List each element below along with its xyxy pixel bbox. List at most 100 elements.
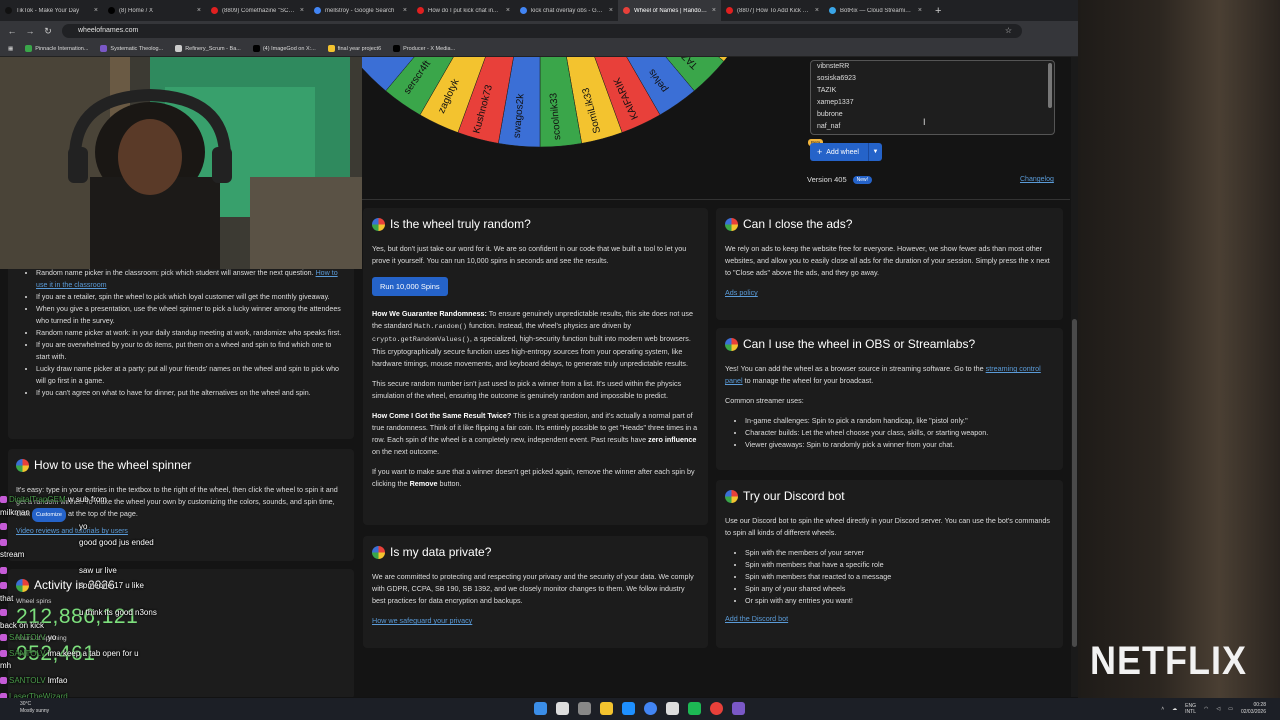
chat-text: stream xyxy=(0,550,25,559)
chat-username: SANTOLV xyxy=(9,633,46,642)
entries-scrollbar[interactable] xyxy=(1048,63,1052,108)
tab-close-icon[interactable]: × xyxy=(197,7,201,14)
browser-tab[interactable]: How do I put kick chat in... × xyxy=(412,0,515,21)
discord-icon[interactable] xyxy=(732,702,745,715)
randomness-same-result: How Come I Got the Same Result Twice? Th… xyxy=(372,410,699,458)
app-icon[interactable] xyxy=(710,702,723,715)
wifi-icon[interactable]: ◠ xyxy=(1204,706,1208,712)
bookmark-item[interactable]: Refinery_Scrum - Ba... xyxy=(175,45,241,52)
chat-badge-icon xyxy=(0,539,7,547)
bookmark-favicon-icon xyxy=(327,45,335,52)
chat-text: ima keep a tab open for u xyxy=(47,649,139,658)
browser-tab[interactable]: kick chat overlay obs - Go... × xyxy=(515,0,618,21)
tab-close-icon[interactable]: × xyxy=(94,7,98,14)
discord-feature-item: Spin any of your shared wheels xyxy=(745,583,1054,595)
browser-tab[interactable]: (8807) How To Add Kick C... × xyxy=(721,0,824,21)
browser-tab[interactable]: BotRix — Cloud Streaming... × xyxy=(824,0,927,21)
edge-icon[interactable] xyxy=(622,702,635,715)
obs-text: Yes! You can add the wheel as a browser … xyxy=(725,363,1054,387)
entries-textbox[interactable]: vibnsteRR sosiska6923 TAZIK xamep1337 bubron… xyxy=(810,60,1055,135)
chat-message: saw ur live xyxy=(0,566,117,575)
randomness-heading: Is the wheel truly random? xyxy=(372,217,699,231)
chevron-up-icon[interactable]: ˄ xyxy=(1161,706,1164,712)
tab-close-icon[interactable]: × xyxy=(300,7,304,14)
chevron-down-icon[interactable]: ▼ xyxy=(868,143,882,161)
chat-text: mh xyxy=(0,661,12,670)
store-icon[interactable] xyxy=(666,702,679,715)
weather-widget[interactable]: 30°C Mostly sunny xyxy=(20,701,49,715)
wheel-logo-icon xyxy=(725,489,738,503)
discord-feature-item: Spin with members that have a specific r… xyxy=(745,559,1054,571)
scrollbar-thumb[interactable] xyxy=(1072,319,1077,647)
bookmark-item[interactable]: final year project6 xyxy=(327,45,381,52)
chat-message: milkman xyxy=(0,508,30,517)
chat-message: SANTOLV yo xyxy=(0,633,56,642)
zero-influence-bold: zero influence xyxy=(648,435,697,444)
tab-close-icon[interactable]: × xyxy=(609,7,613,14)
discord-feature-item: Or spin with any entries you want! xyxy=(745,595,1054,607)
screen: TikTok - Make Your Day × (8) Home / X × (880… xyxy=(0,0,1280,720)
bookmark-star-icon[interactable]: ☆ xyxy=(1005,24,1012,38)
howto-title: How to use the wheel spinner xyxy=(34,458,192,472)
chat-message: SANTOLV lmfao xyxy=(0,676,67,685)
use-case-text: Lucky draw name picker at a party: put a… xyxy=(36,365,339,385)
plus-icon: + xyxy=(817,147,823,157)
privacy-text: We are committed to protecting and respe… xyxy=(372,572,694,605)
changelog-link[interactable]: Changelog xyxy=(1020,176,1054,183)
bookmark-favicon-icon xyxy=(100,45,108,52)
search-icon[interactable] xyxy=(556,702,569,715)
file-explorer-icon[interactable] xyxy=(600,702,613,715)
back-icon[interactable]: ← xyxy=(6,26,18,36)
entry-line: sosiska6923 xyxy=(817,75,856,82)
task-view-icon[interactable] xyxy=(578,702,591,715)
browser-tab[interactable]: (8) Home / X × xyxy=(103,0,206,21)
apps-icon[interactable]: ▦ xyxy=(8,46,13,52)
browser-tab[interactable]: (8809) Comethazine "SCU... × xyxy=(206,0,309,21)
address-bar[interactable]: wheelofnames.com ☆ xyxy=(62,24,1022,38)
run-spins-button[interactable]: Run 10,000 Spins xyxy=(372,277,448,296)
forward-icon[interactable]: → xyxy=(24,26,36,36)
ads-policy-link[interactable]: Ads policy xyxy=(725,288,758,297)
wheel-logo-icon xyxy=(725,217,738,231)
tab-title: How do I put kick chat in... xyxy=(428,7,499,14)
chat-message: u think its good n3ons xyxy=(0,608,157,617)
tab-close-icon[interactable]: × xyxy=(815,7,819,14)
wheel[interactable]: TAZIK pelvis KAIFARIK SomiLik33 scoolnik33 sw… xyxy=(362,57,802,197)
chrome-icon[interactable] xyxy=(644,702,657,715)
ads-text: We rely on ads to keep the website free … xyxy=(725,244,1050,277)
tab-close-icon[interactable]: × xyxy=(403,7,407,14)
language-indicator[interactable]: ENG INTL xyxy=(1185,703,1196,715)
tab-favicon-icon xyxy=(314,7,321,14)
add-discord-bot-link[interactable]: Add the Discord bot xyxy=(725,614,788,623)
tab-close-icon[interactable]: × xyxy=(712,7,716,14)
start-icon[interactable] xyxy=(534,702,547,715)
speaker-icon[interactable]: ◁ xyxy=(1216,706,1220,712)
add-wheel-label: Add wheel xyxy=(826,148,859,156)
discord-title: Try our Discord bot xyxy=(743,489,845,503)
wheel-logo-icon xyxy=(372,545,385,559)
bookmark-item[interactable]: (4) ImageGod on X:... xyxy=(252,45,316,52)
browser-tab[interactable]: mellstroy - Google Search × xyxy=(309,0,412,21)
bookmark-item[interactable]: Systematic Theolog... xyxy=(100,45,163,52)
cloud-icon[interactable]: ☁ xyxy=(1172,706,1177,712)
use-case-item: If you are overwhelmed by your to do ite… xyxy=(36,339,346,363)
new-tab-button[interactable]: + xyxy=(927,5,949,17)
browser-tab[interactable]: Wheel of Names | Random... × xyxy=(618,0,721,21)
add-wheel-button[interactable]: + Add wheel ▼ xyxy=(810,143,882,161)
obs-use-item: Character builds: Let the wheel choose y… xyxy=(745,427,1054,439)
battery-icon[interactable]: ▭ xyxy=(1228,706,1233,712)
tab-title: (8807) How To Add Kick C... xyxy=(737,7,811,14)
bookmark-item[interactable]: Pinnacle Internation... xyxy=(25,45,88,52)
privacy-link[interactable]: How we safeguard your privacy xyxy=(372,616,472,625)
browser-tab[interactable]: TikTok - Make Your Day × xyxy=(0,0,103,21)
spotify-icon[interactable] xyxy=(688,702,701,715)
page-scrollbar[interactable] xyxy=(1071,57,1078,697)
reload-icon[interactable]: ↻ xyxy=(42,26,54,37)
tab-close-icon[interactable]: × xyxy=(506,7,510,14)
bookmark-item[interactable]: Producer - X Media... xyxy=(393,45,455,52)
clock[interactable]: 00:28 02/03/2026 xyxy=(1241,702,1266,716)
same-result-text-b: on the next outcome. xyxy=(372,447,440,456)
guarantee-text-b: function. Instead, the wheel's physics a… xyxy=(469,321,631,330)
tab-close-icon[interactable]: × xyxy=(918,7,922,14)
url-text: wheelofnames.com xyxy=(78,27,139,34)
